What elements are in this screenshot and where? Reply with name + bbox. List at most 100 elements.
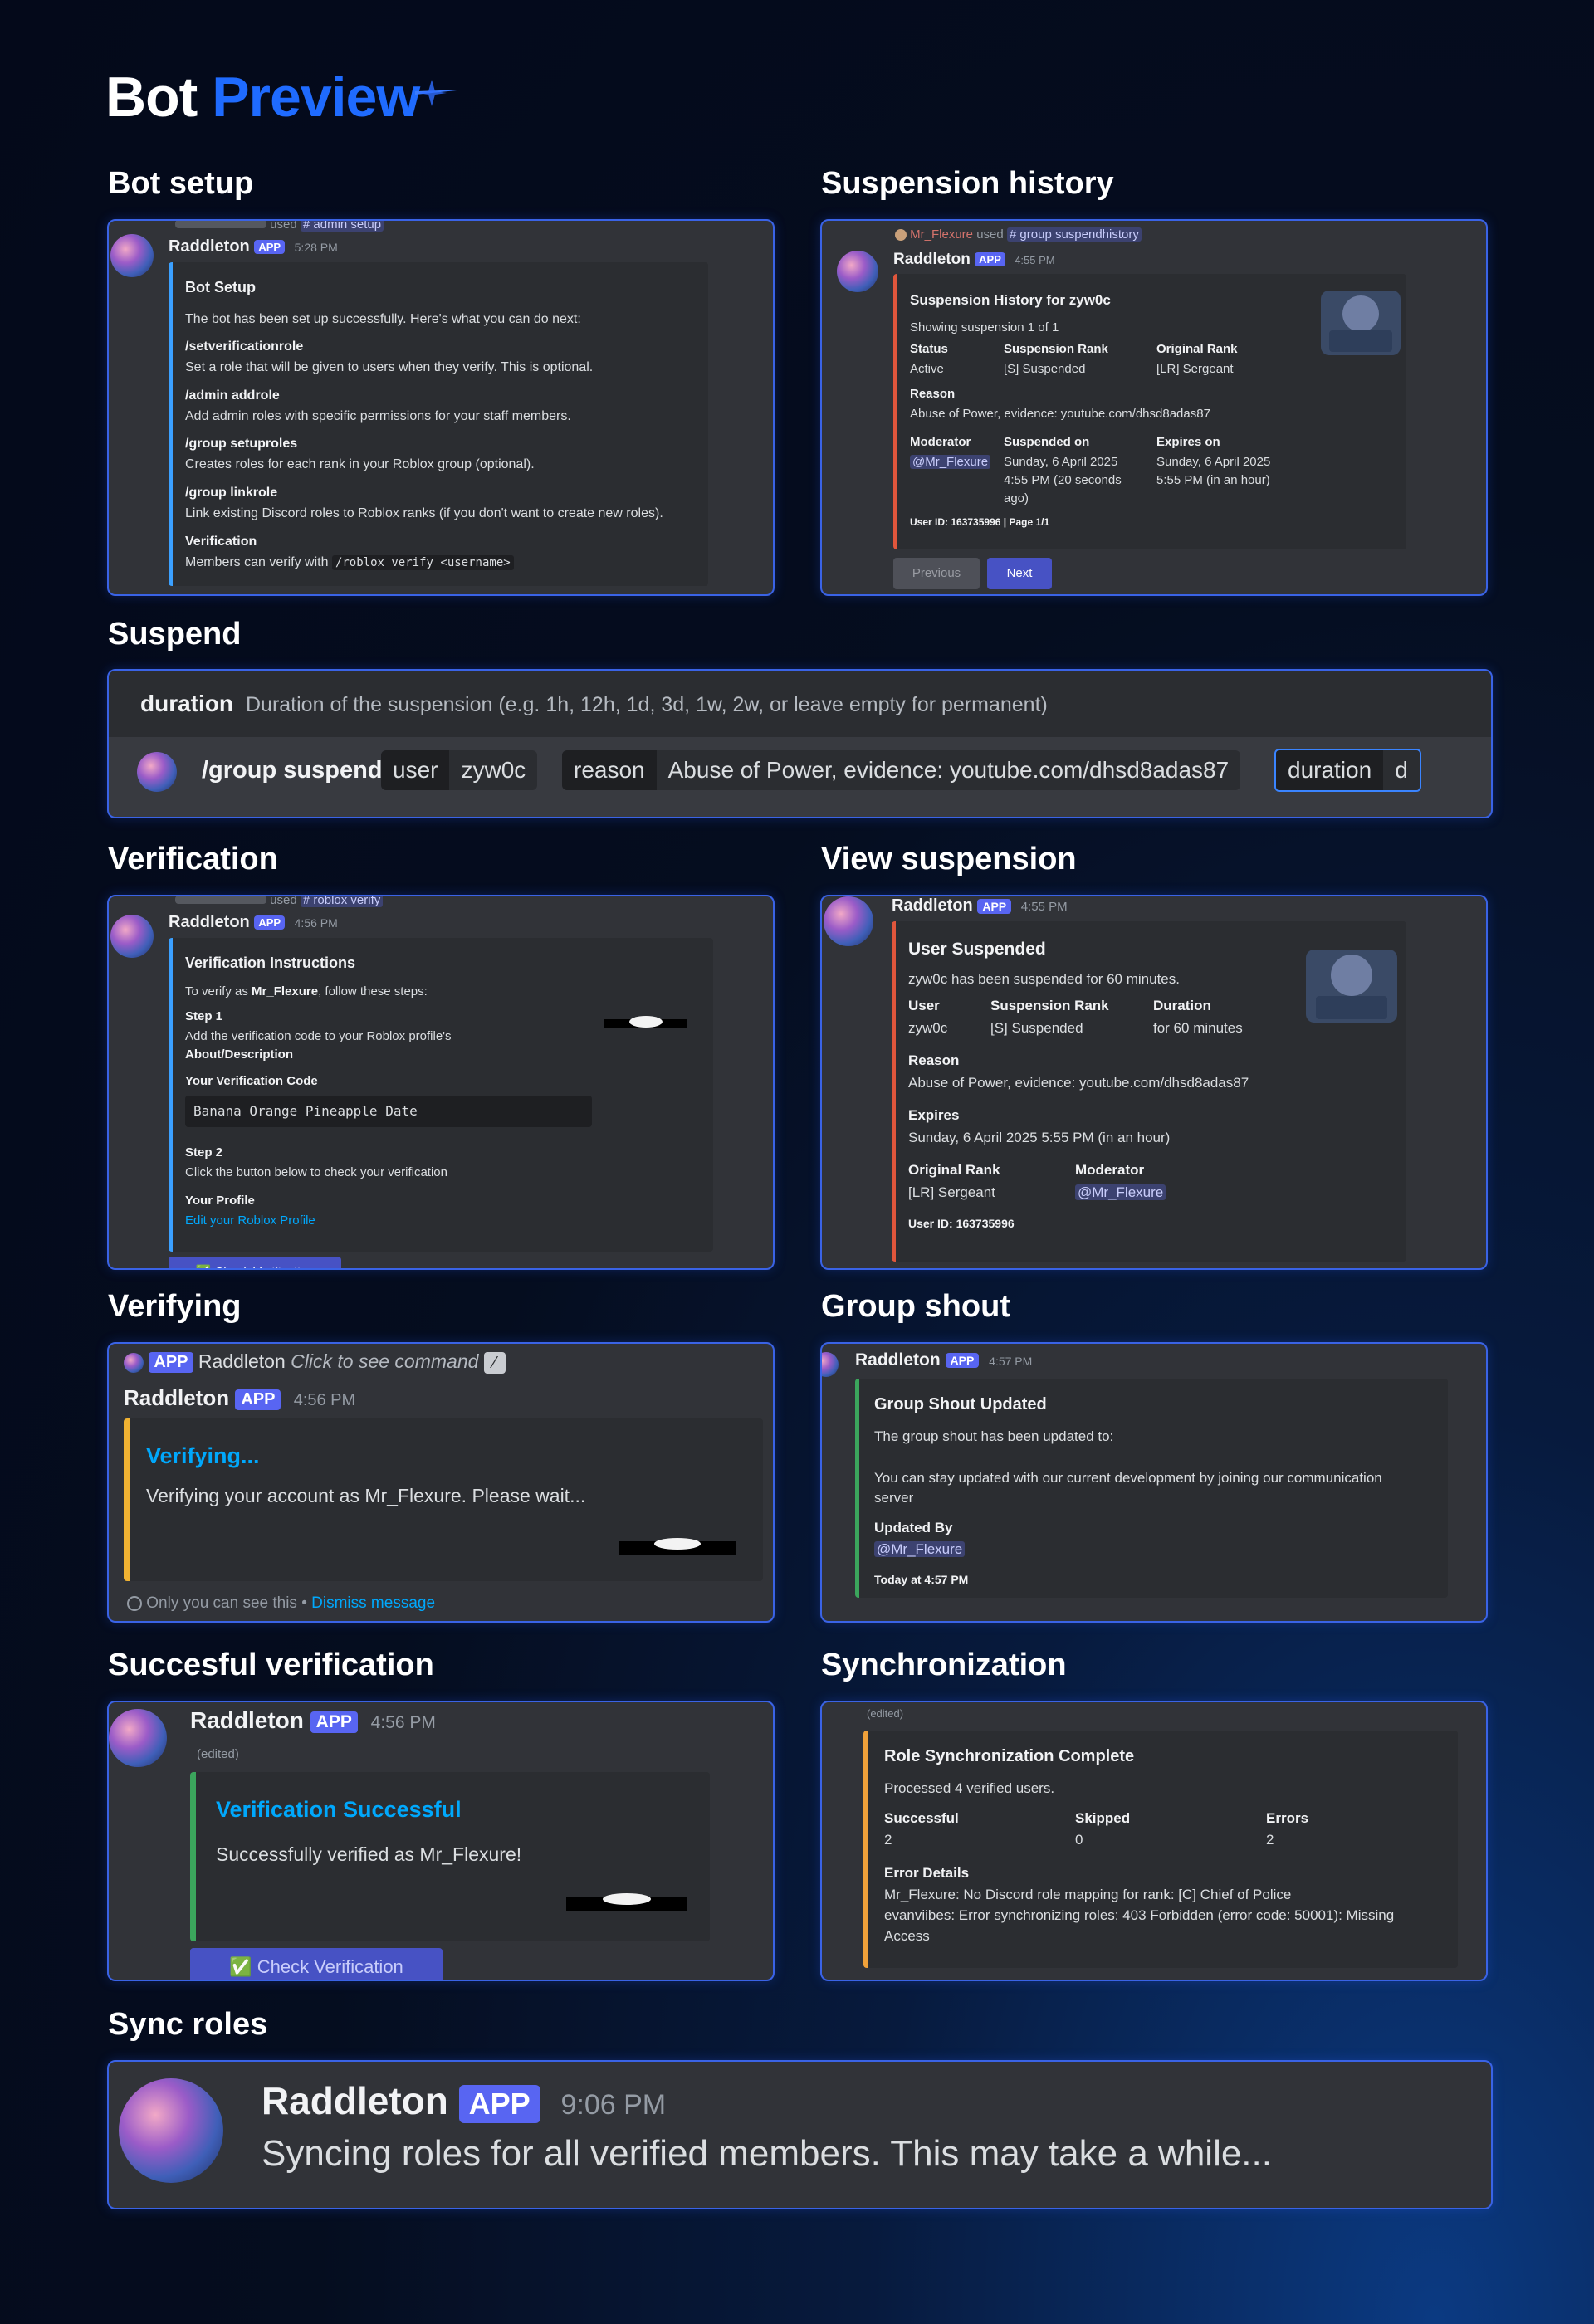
reply-used-text: used (270, 895, 297, 907)
timestamp: 4:56 PM (370, 1713, 436, 1732)
reason-option-pill[interactable]: reason Abuse of Power, evidence: youtube… (562, 750, 1241, 790)
timestamp: 4:55 PM (1020, 900, 1068, 914)
expires-value: Sunday, 6 April 2025 5:55 PM (in an hour… (908, 1130, 1171, 1145)
cmd-setverificationrole: /setverificationrole (185, 339, 304, 354)
reply-reference[interactable]: Mr_Flexure used # group suspendhistory (895, 227, 1142, 242)
reason-label: Reason (910, 387, 956, 401)
reply-reference[interactable]: used # roblox verify (175, 895, 384, 907)
verification-code-block[interactable]: Banana Orange Pineapple Date (185, 1096, 592, 1127)
section-title-view-suspension: View suspension (821, 842, 1077, 876)
section-title-synchronization: Synchronization (821, 1648, 1067, 1682)
bot-avatar[interactable] (119, 2078, 223, 2183)
duration-label: Duration (1153, 998, 1211, 1013)
edit-profile-link[interactable]: Edit your Roblox Profile (185, 1213, 315, 1228)
reply-reference[interactable]: used # admin setup (175, 221, 384, 232)
option-value: d (1383, 750, 1420, 790)
successful-value: 2 (884, 1832, 892, 1848)
timestamp: 5:28 PM (294, 241, 338, 254)
code-title: Your Verification Code (185, 1074, 318, 1088)
step2-text: Click the button below to check your ver… (185, 1165, 447, 1179)
roblox-avatar-thumbnail (619, 1538, 736, 1555)
bot-username[interactable]: Raddleton APP 4:55 PM (892, 896, 1068, 915)
sync-roles-panel: Raddleton APP 9:06 PM Syncing roles for … (107, 2060, 1493, 2209)
reply-reference[interactable]: APP Raddleton Click to see command ⁄ (124, 1350, 506, 1374)
bot-avatar[interactable] (110, 915, 154, 958)
cmd-desc: Set a role that will be given to users w… (185, 360, 594, 374)
timestamp: 4:57 PM (989, 1355, 1033, 1368)
reply-user: Mr_Flexure (910, 227, 974, 242)
rank-label: Suspension Rank (990, 998, 1109, 1013)
timestamp: 4:56 PM (293, 1391, 356, 1409)
roblox-avatar-thumbnail (1306, 950, 1397, 1023)
successful-verification-embed: Verification Successful Successfully ver… (190, 1772, 710, 1941)
dismiss-message-link[interactable]: Dismiss message (311, 1594, 435, 1612)
bot-username[interactable]: Raddleton APP 4:57 PM (855, 1350, 1032, 1370)
check-verification-button[interactable]: ✅ Check Verification (190, 1948, 443, 1980)
bot-username[interactable]: Raddleton APP 5:28 PM (169, 237, 338, 256)
expires-on-value: 5:55 PM (in an hour) (1156, 473, 1270, 487)
sparkle-icon (415, 80, 465, 106)
orig-rank-label: Original Rank (1156, 342, 1238, 356)
next-button[interactable]: Next (987, 558, 1052, 589)
suspend-command-panel: duration Duration of the suspension (e.g… (107, 669, 1493, 818)
embed-footer: User ID: 163735996 | Page 1/1 (910, 516, 1050, 528)
bot-avatar[interactable] (110, 234, 154, 277)
embed-description: Processed 4 verified users. (884, 1780, 1055, 1796)
moderator-mention[interactable]: @Mr_Flexure (910, 455, 991, 469)
successful-verification-panel: Raddleton APP 4:56 PM (edited) Verificat… (107, 1701, 775, 1981)
suspension-history-embed: Suspension History for zyw0c Showing sus… (893, 274, 1406, 549)
errors-label: Errors (1266, 1810, 1309, 1826)
roblox-avatar-thumbnail (604, 1016, 687, 1028)
rank-value: [S] Suspended (990, 1020, 1083, 1036)
bot-avatar[interactable] (824, 896, 873, 946)
reply-command: # roblox verify (300, 896, 384, 907)
suspension-history-panel: Mr_Flexure used # group suspendhistory R… (820, 219, 1488, 596)
reason-label: Reason (908, 1052, 960, 1068)
timestamp: 4:56 PM (294, 916, 338, 930)
bot-avatar[interactable] (109, 1709, 167, 1767)
app-badge: APP (945, 1353, 980, 1369)
slash-command-name[interactable]: /group suspend (202, 757, 383, 784)
updated-by-mention[interactable]: @Mr_Flexure (874, 1541, 966, 1557)
moderator-mention[interactable]: @Mr_Flexure (1075, 1184, 1166, 1200)
previous-button[interactable]: Previous (893, 558, 980, 589)
check-verification-button[interactable]: ✅ Check Verification (169, 1257, 341, 1268)
roblox-avatar-thumbnail (566, 1893, 687, 1911)
section-title-succesful-verification: Succesful verification (108, 1648, 434, 1682)
bot-username[interactable]: Raddleton APP 4:56 PM (190, 1707, 436, 1734)
duration-option-pill[interactable]: duration d (1274, 749, 1421, 792)
bot-avatar[interactable] (837, 251, 878, 292)
skipped-value: 0 (1075, 1832, 1083, 1848)
orig-rank-value: [LR] Sergeant (908, 1184, 995, 1200)
status-value: Active (910, 362, 944, 376)
bot-name-text: Raddleton (190, 1707, 304, 1733)
section-title-suspend: Suspend (108, 617, 242, 652)
orig-rank-value: [LR] Sergeant (1156, 362, 1234, 376)
shout-line: server (874, 1490, 914, 1506)
shout-line: You can stay updated with our current de… (874, 1470, 1382, 1486)
app-badge: APP (975, 252, 1005, 267)
option-description: Duration of the suspension (e.g. 1h, 12h… (246, 693, 1048, 716)
user-option-pill[interactable]: user zyw0c (381, 750, 538, 790)
group-shout-panel: Raddleton APP 4:57 PM Group Shout Update… (820, 1342, 1488, 1623)
intro-text: To verify as (185, 984, 252, 998)
bot-username[interactable]: Raddleton APP 9:06 PM (262, 2078, 666, 2123)
bot-setup-panel: used # admin setup Raddleton APP 5:28 PM… (107, 219, 775, 596)
bot-username[interactable]: Raddleton APP 4:56 PM (169, 913, 338, 932)
synchronization-embed: Role Synchronization Complete Processed … (863, 1731, 1458, 1968)
inline-code: /roblox verify <username> (331, 555, 514, 570)
cmd-desc: Creates roles for each rank in your Robl… (185, 457, 535, 471)
bot-username[interactable]: Raddleton APP 4:56 PM (124, 1385, 355, 1411)
updated-by-label: Updated By (874, 1520, 953, 1536)
intro-text: , follow these steps: (318, 984, 428, 998)
reply-hint: Click to see command (291, 1350, 479, 1372)
bot-username[interactable]: Raddleton APP 4:55 PM (893, 251, 1055, 269)
suspended-on-value: Sunday, 6 April 2025 (1004, 455, 1118, 469)
step1-title: Step 1 (185, 1009, 223, 1023)
bot-avatar[interactable] (822, 1352, 839, 1377)
expires-label: Expires (908, 1107, 960, 1123)
option-value: zyw0c (449, 750, 538, 790)
showing-text: Showing suspension 1 of 1 (910, 320, 1059, 334)
option-label: duration (1276, 750, 1384, 790)
app-badge: APP (235, 1389, 281, 1410)
